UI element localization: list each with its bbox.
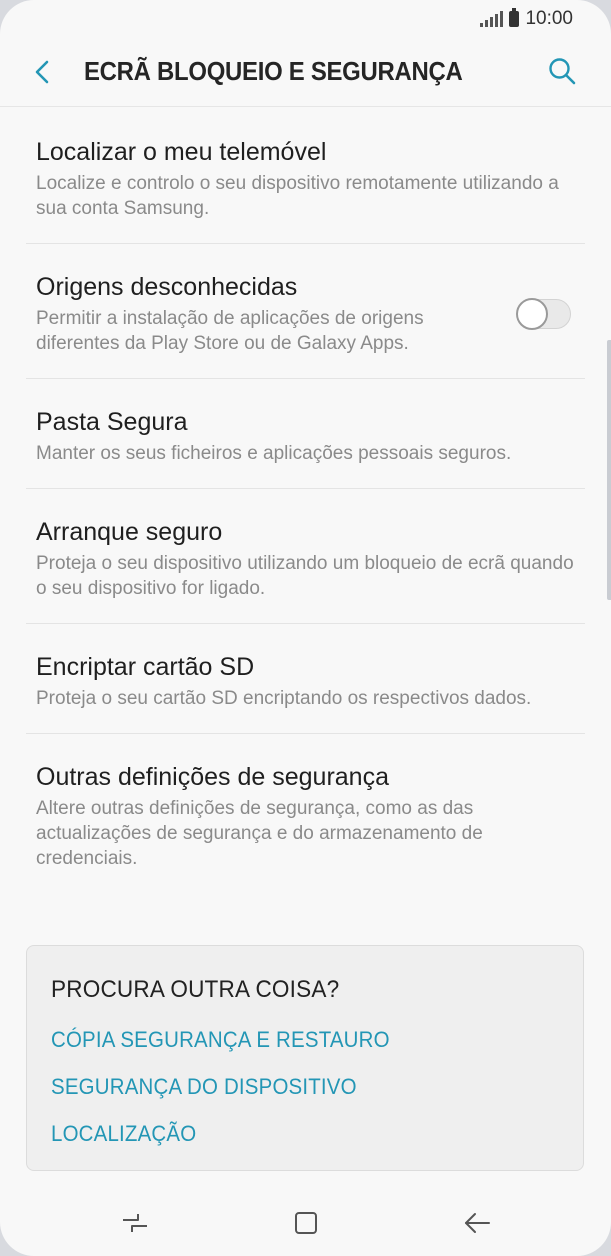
status-icons: 10:00 <box>480 8 573 30</box>
settings-list: Localizar o meu telemóvel Localize e con… <box>26 107 585 893</box>
home-icon[interactable] <box>289 1206 323 1240</box>
recent-apps-icon[interactable] <box>118 1206 152 1240</box>
toggle-knob <box>516 298 548 330</box>
link-device-security[interactable]: SEGURANÇA DO DISPOSITIVO <box>51 1074 357 1100</box>
link-backup-restore[interactable]: CÓPIA SEGURANÇA E RESTAURO <box>51 1027 390 1053</box>
setting-find-my-mobile[interactable]: Localizar o meu telemóvel Localize e con… <box>26 107 585 244</box>
setting-title: Localizar o meu telemóvel <box>36 138 327 166</box>
page-title: ECRÃ BLOQUEIO E SEGURANÇA <box>84 56 463 86</box>
back-arrow-icon[interactable] <box>24 54 60 90</box>
app-header: ECRÃ BLOQUEIO E SEGURANÇA <box>0 38 611 107</box>
phone-screen: 10:00 ECRÃ BLOQUEIO E SEGURANÇA Localiza… <box>0 0 611 1256</box>
signal-icon <box>480 11 504 27</box>
side-edge <box>607 340 611 600</box>
setting-description: Proteja o seu dispositivo utilizando um … <box>36 553 574 599</box>
status-time: 10:00 <box>525 8 573 29</box>
setting-encrypt-sd-card[interactable]: Encriptar cartão SD Proteja o seu cartão… <box>26 624 585 734</box>
setting-unknown-sources[interactable]: Origens desconhecidas Permitir a instala… <box>26 244 585 379</box>
battery-icon <box>509 8 520 27</box>
back-icon[interactable] <box>460 1206 494 1240</box>
setting-description: Localize e controlo o seu dispositivo re… <box>36 173 559 219</box>
setting-description: Manter os seus ficheiros e aplicações pe… <box>36 443 512 464</box>
setting-secure-folder[interactable]: Pasta Segura Manter os seus ficheiros e … <box>26 379 585 489</box>
navigation-bar <box>0 1186 611 1256</box>
suggestions-title: PROCURA OUTRA COISA? <box>51 976 340 1003</box>
suggestions-card: PROCURA OUTRA COISA? CÓPIA SEGURANÇA E R… <box>26 945 584 1171</box>
setting-secure-startup[interactable]: Arranque seguro Proteja o seu dispositiv… <box>26 489 585 624</box>
setting-title: Arranque seguro <box>36 518 223 546</box>
setting-description: Permitir a instalação de aplicações de o… <box>36 308 424 354</box>
setting-other-security[interactable]: Outras definições de segurança Altere ou… <box>26 734 585 893</box>
setting-title: Outras definições de segurança <box>36 763 389 791</box>
search-icon[interactable] <box>543 52 581 90</box>
unknown-sources-toggle[interactable] <box>516 298 571 330</box>
setting-title: Pasta Segura <box>36 408 188 436</box>
setting-title: Origens desconhecidas <box>36 273 298 301</box>
setting-description: Proteja o seu cartão SD encriptando os r… <box>36 688 532 709</box>
setting-title: Encriptar cartão SD <box>36 653 255 681</box>
status-bar: 10:00 <box>0 0 611 38</box>
link-location[interactable]: LOCALIZAÇÃO <box>51 1121 196 1147</box>
setting-description: Altere outras definições de segurança, c… <box>36 798 483 869</box>
